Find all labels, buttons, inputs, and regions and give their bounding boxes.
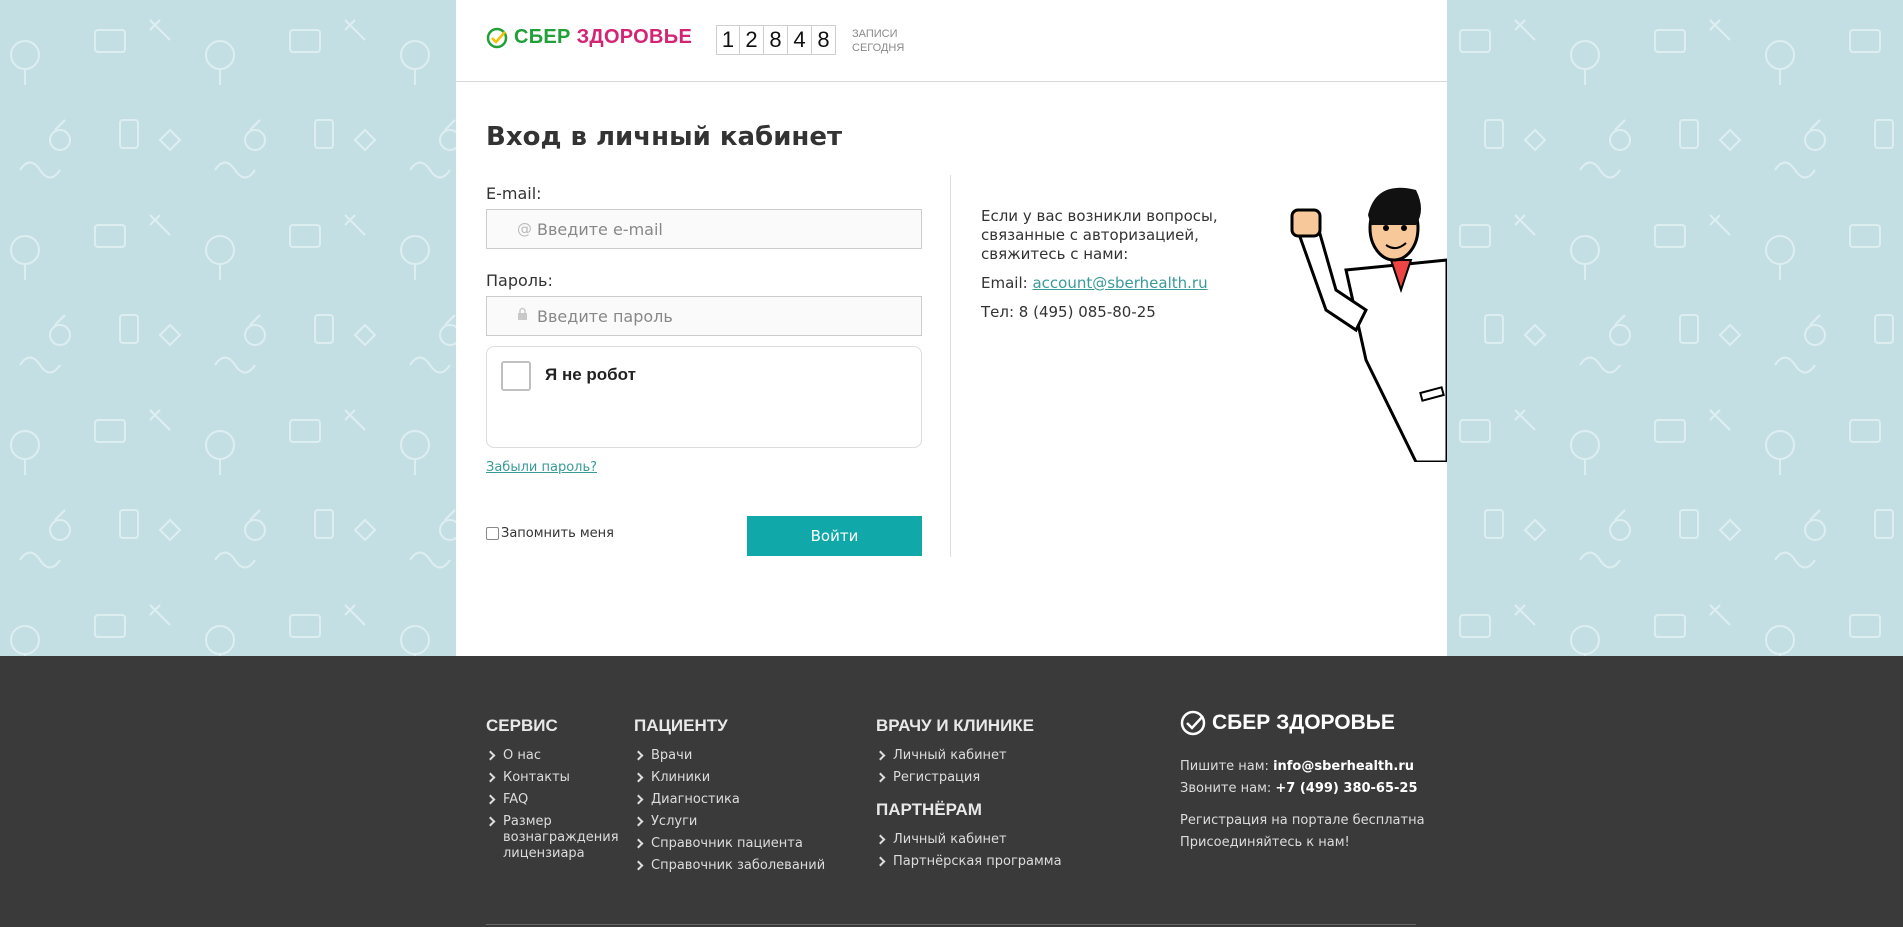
recaptcha-label: Я не робот xyxy=(545,365,636,384)
footer-link[interactable]: Справочник пациента xyxy=(634,836,825,852)
email-field[interactable]: @ Введите e-mail xyxy=(486,209,922,249)
password-label: Пароль: xyxy=(486,271,553,290)
counter-label: ЗАПИСИ СЕГОДНЯ xyxy=(852,27,904,55)
recaptcha-widget: Я не робот xyxy=(486,346,922,448)
footer-link[interactable]: Врачи xyxy=(634,748,825,764)
footer-phone[interactable]: +7 (499) 380-65-25 xyxy=(1275,781,1417,796)
help-email-line: Email: account@sberhealth.ru xyxy=(981,274,1241,293)
password-placeholder: Введите пароль xyxy=(537,306,673,326)
footer-brand-text: СБЕР ЗДОРОВЬЕ xyxy=(1212,711,1395,734)
footer-join: Присоединяйтесь к нам! xyxy=(1180,835,1350,850)
footer-email[interactable]: info@sberhealth.ru xyxy=(1273,759,1414,774)
help-block: Если у вас возникли вопросы, связанные с… xyxy=(981,207,1241,332)
counter-label-line2: СЕГОДНЯ xyxy=(852,42,905,54)
counter-digit: 2 xyxy=(740,25,764,55)
page-title: Вход в личный кабинет xyxy=(486,122,843,152)
footer-link[interactable]: Личный кабинет xyxy=(876,832,1062,848)
footer-service-title: СЕРВИС xyxy=(486,716,558,735)
footer-doctor-title: ВРАЧУ И КЛИНИКЕ xyxy=(876,716,1035,735)
help-text: Если у вас возникли вопросы, связанные с… xyxy=(981,207,1218,263)
footer-divider xyxy=(486,924,1416,925)
help-phone: Тел: 8 (495) 085-80-25 xyxy=(981,303,1156,321)
counter-digit: 8 xyxy=(812,25,836,55)
logo-zdorovie-text: ЗДОРОВЬЕ xyxy=(576,26,693,48)
doctor-illustration xyxy=(1286,180,1447,462)
login-form: E-mail: @ Введите e-mail Пароль: Введите… xyxy=(486,184,922,448)
footer-reg-free: Регистрация на портале бесплатна xyxy=(1180,813,1425,828)
footer-link[interactable]: Регистрация xyxy=(876,770,1062,786)
footer-call-label: Звоните нам: xyxy=(1180,781,1276,796)
footer-link[interactable]: Диагностика xyxy=(634,792,825,808)
password-field[interactable]: Введите пароль xyxy=(486,296,922,336)
footer-link[interactable]: Справочник заболеваний xyxy=(634,858,825,874)
logo-sber-text: СБЕР xyxy=(514,26,571,48)
footer-doctor-column: ВРАЧУ И КЛИНИКЕ Личный кабинет Регистрац… xyxy=(876,716,1062,876)
login-page-card: СБЕР ЗДОРОВЬЕ 1 2 8 4 8 ЗАПИСИ СЕГОДНЯ В… xyxy=(456,0,1447,656)
at-icon: @ xyxy=(517,220,532,238)
footer-patient-column: ПАЦИЕНТУ Врачи Клиники Диагностика Услуг… xyxy=(634,716,825,880)
footer-link[interactable]: О нас xyxy=(486,748,596,764)
footer-link[interactable]: Контакты xyxy=(486,770,596,786)
email-label: E-mail: xyxy=(486,184,542,203)
sber-check-icon xyxy=(486,27,508,48)
counter-digit: 8 xyxy=(764,25,788,55)
forgot-password-link[interactable]: Забыли пароль? xyxy=(486,460,597,475)
counter-digit: 4 xyxy=(788,25,812,55)
footer-link[interactable]: Услуги xyxy=(634,814,825,830)
footer: СЕРВИС О нас Контакты FAQ Размер вознагр… xyxy=(0,656,1903,927)
help-email-prefix: Email: xyxy=(981,274,1033,292)
footer-service-column: СЕРВИС О нас Контакты FAQ Размер вознагр… xyxy=(486,716,619,868)
appointments-counter: 1 2 8 4 8 xyxy=(716,25,836,55)
footer-patient-title: ПАЦИЕНТУ xyxy=(634,716,728,735)
vertical-divider xyxy=(950,175,951,557)
footer-link[interactable]: FAQ xyxy=(486,792,596,808)
footer-contacts: Пишите нам: info@sberhealth.ru Звоните н… xyxy=(1180,756,1425,854)
sber-check-icon xyxy=(1180,710,1206,736)
footer-partners-title: ПАРТНЁРАМ xyxy=(876,800,982,819)
footer-link[interactable]: Партнёрская программа xyxy=(876,854,1062,870)
remember-me-checkbox[interactable] xyxy=(486,527,499,540)
brand-logo[interactable]: СБЕР ЗДОРОВЬЕ xyxy=(486,26,692,49)
login-button[interactable]: Войти xyxy=(747,516,922,556)
help-email-link[interactable]: account@sberhealth.ru xyxy=(1032,274,1207,292)
counter-digit: 1 xyxy=(716,25,740,55)
footer-link[interactable]: Личный кабинет xyxy=(876,748,1062,764)
recaptcha-checkbox[interactable] xyxy=(501,361,531,391)
remember-me[interactable]: Запомнить меня xyxy=(486,526,614,541)
footer-link[interactable]: Клиники xyxy=(634,770,825,786)
lock-icon xyxy=(517,307,528,325)
footer-link[interactable]: Размер вознаграждения лицензиара xyxy=(486,814,619,862)
header: СБЕР ЗДОРОВЬЕ 1 2 8 4 8 ЗАПИСИ СЕГОДНЯ xyxy=(456,0,1447,82)
remember-me-label: Запомнить меня xyxy=(501,526,615,541)
counter-label-line1: ЗАПИСИ xyxy=(852,28,898,40)
footer-write-label: Пишите нам: xyxy=(1180,759,1274,774)
footer-brand-logo[interactable]: СБЕР ЗДОРОВЬЕ xyxy=(1180,710,1395,736)
email-placeholder: Введите e-mail xyxy=(537,219,663,239)
